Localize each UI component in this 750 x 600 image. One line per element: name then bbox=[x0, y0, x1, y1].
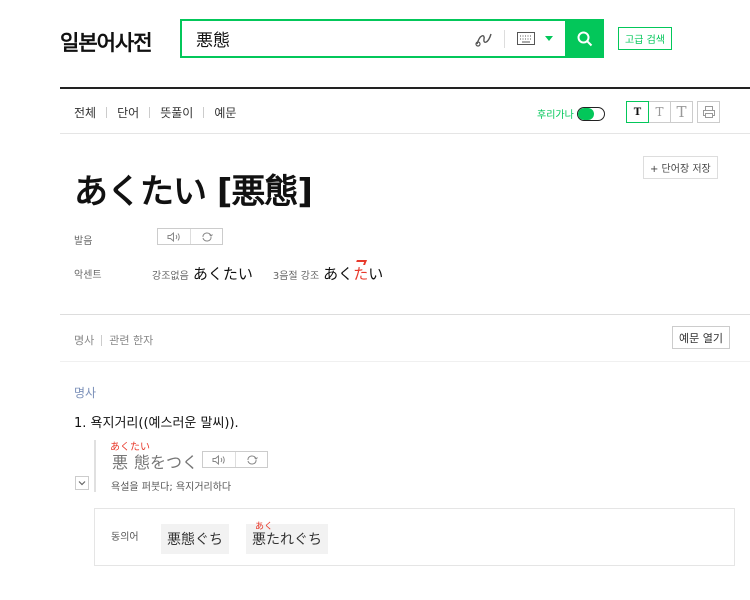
synonym-ruby: あく bbox=[255, 522, 274, 532]
part-of-speech: 명사 bbox=[74, 386, 97, 400]
chevron-down-icon bbox=[78, 481, 86, 486]
divider bbox=[101, 334, 103, 346]
print-icon bbox=[702, 106, 715, 118]
divider bbox=[60, 361, 750, 362]
repeat-icon[interactable] bbox=[235, 452, 267, 467]
speaker-icon[interactable] bbox=[203, 452, 235, 467]
accent-none-label: 강조없음 bbox=[152, 271, 189, 282]
handwriting-icon[interactable] bbox=[473, 28, 495, 50]
divider bbox=[504, 29, 505, 48]
toggle-knob bbox=[577, 107, 594, 120]
furigana-toggle-group: 후리가나 bbox=[537, 106, 605, 121]
sense-definition: 1. 욕지거리((예스러운 말씨)). bbox=[74, 416, 239, 431]
example-kanji-1: 悪 bbox=[112, 453, 129, 472]
pronunciation-audio bbox=[157, 228, 223, 245]
accent-label: 악센트 bbox=[74, 270, 102, 281]
example-translation: 욕설을 퍼붓다; 욕지거리하다 bbox=[111, 482, 232, 493]
font-size-large-button[interactable]: T bbox=[670, 101, 693, 123]
section-tabs: 명사 관련 한자 bbox=[74, 332, 153, 348]
search-box bbox=[180, 19, 604, 58]
synonym-chip[interactable]: 悪態ぐち bbox=[161, 524, 229, 554]
tab-examples[interactable]: 예문 bbox=[204, 104, 246, 121]
font-size-group: T T T bbox=[626, 101, 720, 123]
speaker-icon[interactable] bbox=[158, 229, 190, 244]
search-input[interactable] bbox=[196, 28, 466, 49]
chevron-down-icon[interactable] bbox=[545, 36, 553, 41]
print-button[interactable] bbox=[697, 101, 720, 123]
entry-title: あくたい [悪態] bbox=[74, 172, 313, 212]
search-tools bbox=[473, 19, 604, 58]
accent-none-word: あくたい bbox=[192, 265, 253, 283]
synonym-text: 悪態ぐち bbox=[167, 532, 223, 548]
pronunciation-label: 발음 bbox=[74, 236, 93, 247]
open-examples-button[interactable]: 예문 열기 bbox=[672, 326, 730, 349]
expand-example-button[interactable] bbox=[75, 476, 89, 490]
furigana-toggle[interactable] bbox=[576, 106, 605, 121]
accent-mark: た bbox=[353, 265, 369, 283]
example-kanji-2: 態 bbox=[134, 453, 151, 472]
advanced-search-button[interactable]: 고급 검색 bbox=[618, 27, 672, 50]
font-size-small-button[interactable]: T bbox=[626, 101, 649, 123]
tab-word[interactable]: 단어 bbox=[107, 104, 149, 121]
accent-third-label: 3음절 강조 bbox=[272, 271, 320, 282]
furigana-label: 후리가나 bbox=[537, 110, 574, 121]
example-sentence: 悪 態 をつく bbox=[112, 449, 198, 473]
header-divider bbox=[60, 87, 750, 89]
repeat-icon[interactable] bbox=[190, 229, 222, 244]
font-size-medium-button[interactable]: T bbox=[648, 101, 671, 123]
example-bar bbox=[94, 440, 96, 492]
synonym-label: 동의어 bbox=[111, 532, 139, 543]
search-button[interactable] bbox=[565, 19, 604, 58]
divider bbox=[60, 314, 750, 315]
result-tabs: 전체 단어 뜻풀이 예문 bbox=[74, 104, 246, 121]
divider bbox=[60, 133, 750, 134]
accent-prefix: あく bbox=[323, 265, 354, 283]
search-icon bbox=[577, 31, 592, 46]
example-audio bbox=[202, 451, 268, 468]
synonym-chip[interactable]: あく 悪たれぐち bbox=[246, 522, 328, 554]
section-tab-noun[interactable]: 명사 bbox=[74, 332, 94, 348]
synonym-box: 동의어 悪態ぐち あく 悪たれぐち bbox=[94, 508, 735, 566]
accent-row: 강조없음 あくたい 3음절 강조 あくたい bbox=[152, 263, 383, 284]
example-kana: をつく bbox=[150, 453, 199, 472]
accent-suffix: い bbox=[368, 265, 384, 283]
keyboard-icon[interactable] bbox=[515, 31, 537, 47]
synonym-text: 悪たれぐち bbox=[252, 532, 322, 548]
tab-meaning[interactable]: 뜻풀이 bbox=[150, 104, 203, 121]
site-logo[interactable]: 일본어사전 bbox=[60, 27, 153, 57]
tab-all[interactable]: 전체 bbox=[74, 104, 106, 121]
accent-third-word: あくたい bbox=[323, 263, 383, 284]
section-tab-kanji[interactable]: 관련 한자 bbox=[109, 332, 153, 348]
save-to-wordbook-button[interactable]: + 단어장 저장 bbox=[643, 156, 718, 179]
